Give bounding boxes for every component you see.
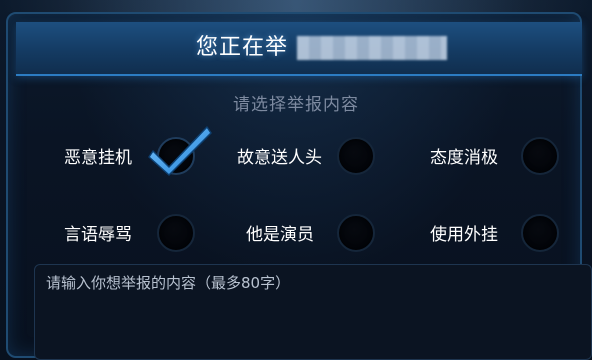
option-radio-cheat[interactable]: [521, 214, 559, 252]
dialog-subtitle: 请选择举报内容: [233, 95, 359, 115]
option-label-afk[interactable]: 恶意挂机: [64, 147, 132, 169]
option-radio-abuse[interactable]: [157, 214, 195, 252]
check-icon: [148, 126, 212, 176]
report-dialog: 您正在举 请选择举报内容 恶意挂机 故意送人头 态度消极 言语辱骂 他是演员 使…: [0, 0, 592, 360]
option-radio-afk[interactable]: [148, 126, 212, 176]
option-label-feeding[interactable]: 故意送人头: [237, 147, 322, 169]
option-label-cheat[interactable]: 使用外挂: [430, 224, 498, 246]
input-placeholder: 请输入你想举报的内容（最多80字）: [46, 274, 291, 292]
option-label-actor[interactable]: 他是演员: [246, 224, 314, 246]
top-glow: [0, 0, 592, 12]
option-label-abuse[interactable]: 言语辱骂: [64, 224, 132, 246]
option-radio-actor[interactable]: [337, 214, 375, 252]
dialog-title: 您正在举: [196, 35, 289, 60]
option-label-negative[interactable]: 态度消极: [430, 147, 498, 169]
blurred-player-name: [297, 36, 447, 60]
option-radio-negative[interactable]: [521, 137, 559, 175]
option-radio-feeding[interactable]: [337, 137, 375, 175]
